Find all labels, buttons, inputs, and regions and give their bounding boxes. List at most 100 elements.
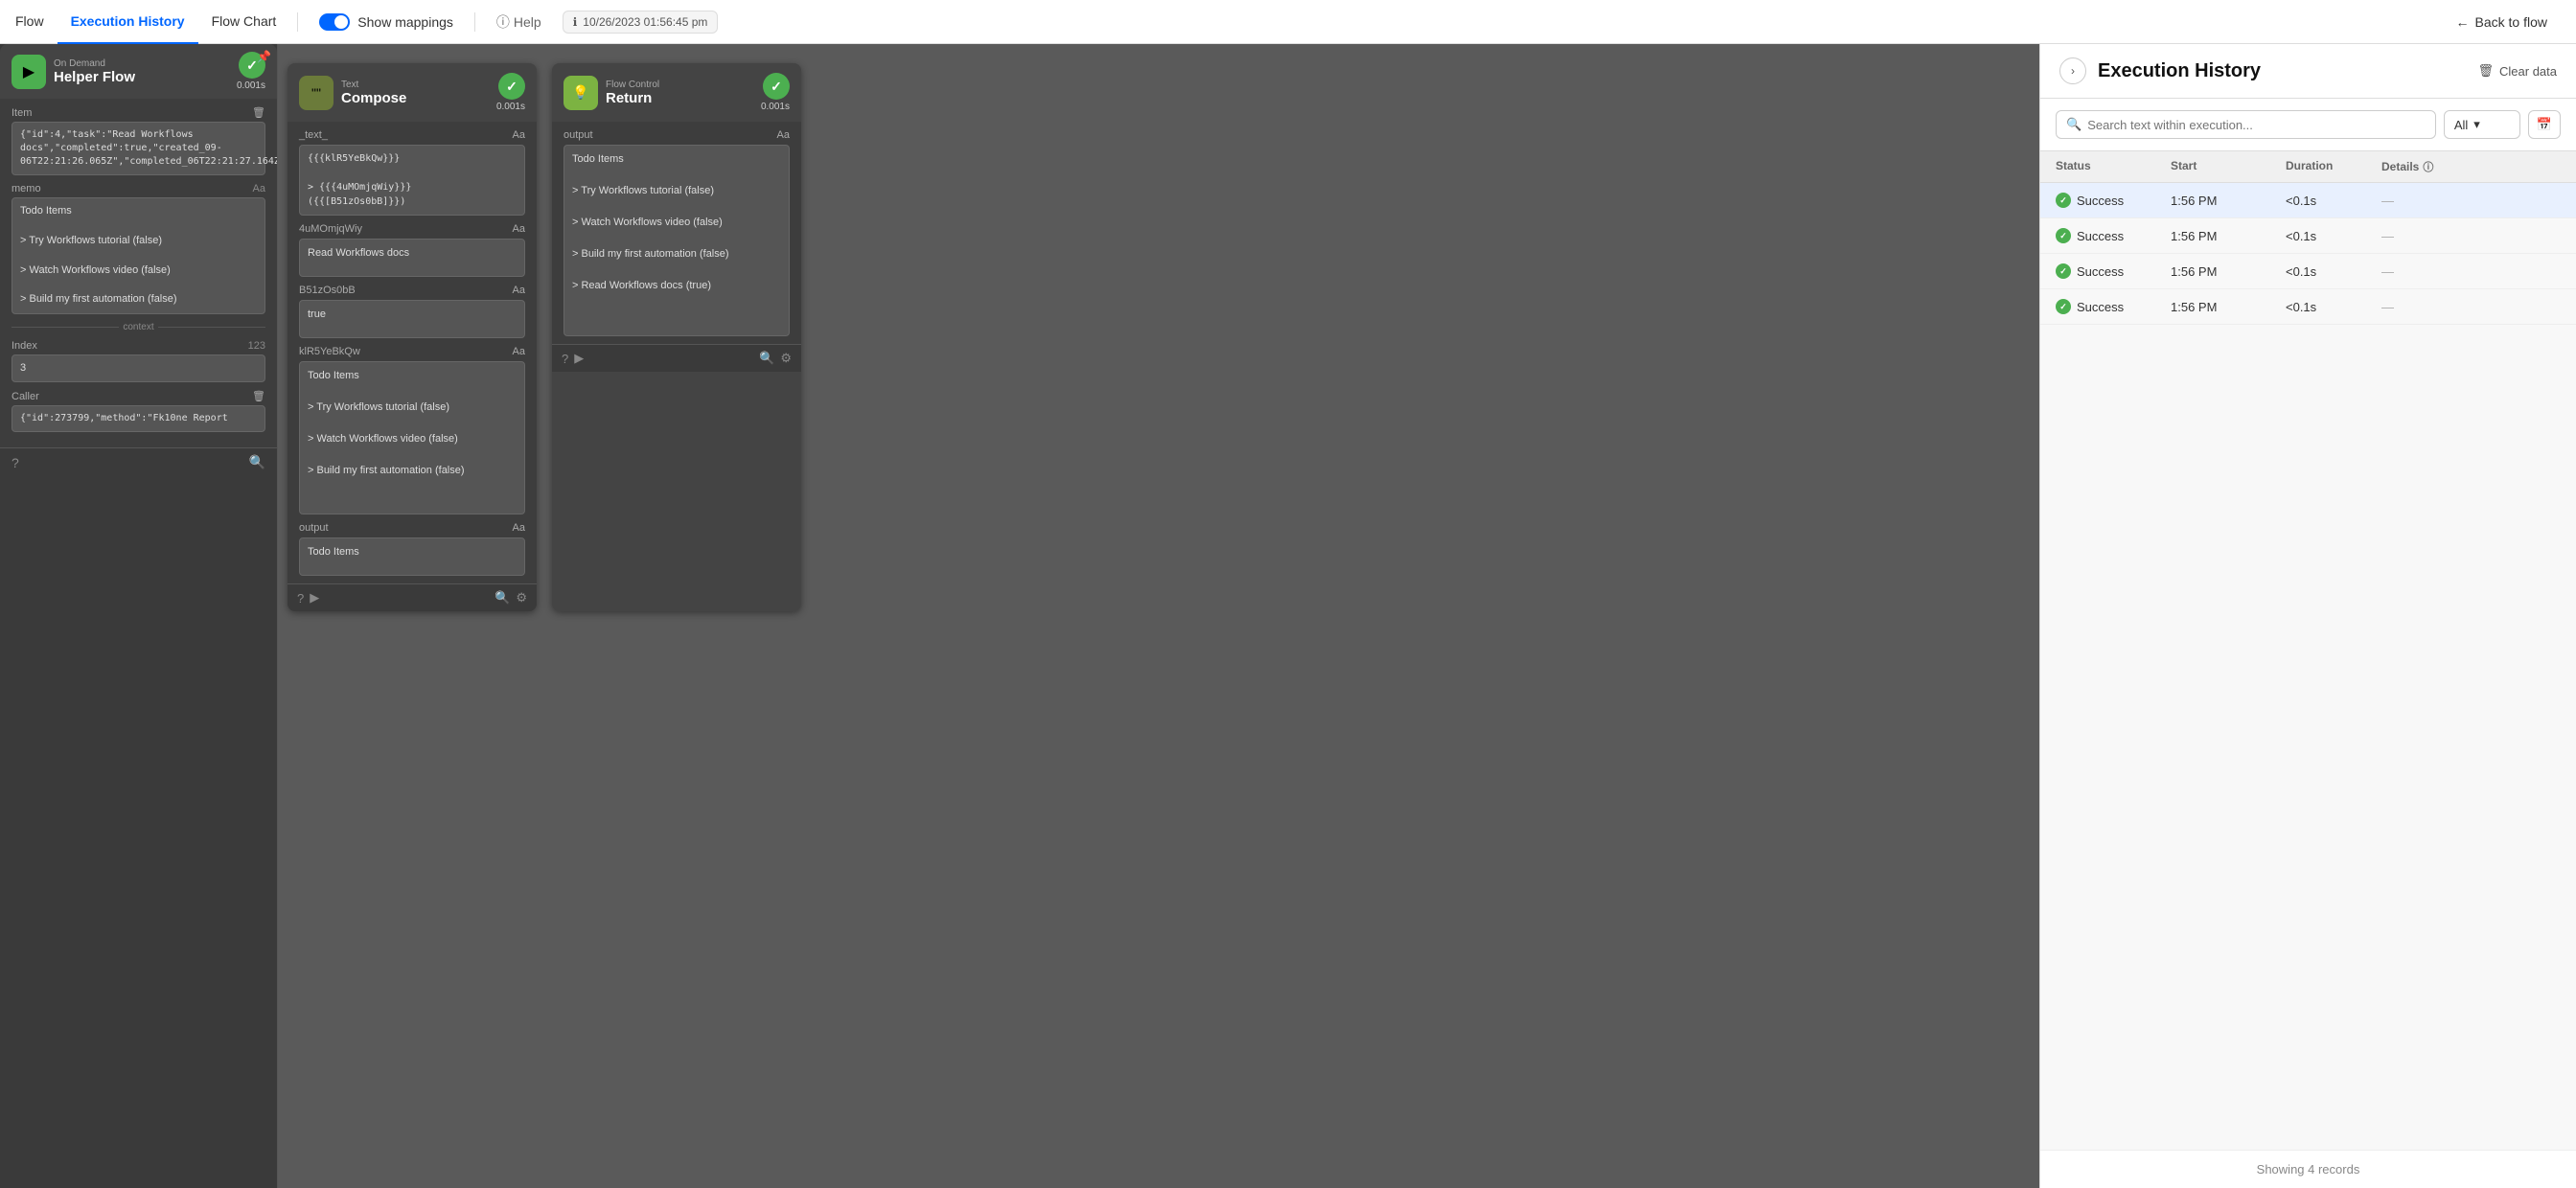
item-delete-icon[interactable]: 🗑 (252, 106, 265, 119)
search-input[interactable] (2087, 118, 2426, 132)
filter-select[interactable]: All ▾ (2444, 110, 2520, 139)
index-num: 123 (248, 340, 265, 352)
search-icon[interactable]: 🔍 (249, 454, 265, 470)
output-label: output Aa (299, 522, 525, 534)
trash-icon: 🗑 (2478, 63, 2495, 79)
table-header: Status Start Duration Details ⓘ (2040, 151, 2576, 183)
td-duration-0: <0.1s (2286, 194, 2381, 208)
right-panel-header: › Execution History 🗑 Clear data (2040, 44, 2576, 99)
text-aa: Aa (513, 129, 525, 141)
field3-value: Todo Items > Try Workflows tutorial (fal… (299, 361, 525, 514)
item-field: Item 🗑 {"id":4,"task":"Read Workflows do… (12, 106, 265, 175)
td-status: Success (2056, 193, 2171, 208)
table-row[interactable]: Success 1:56 PM <0.1s — (2040, 183, 2576, 218)
text-compose-footer: ? ▶ 🔍 ⚙ (288, 583, 537, 611)
nav-timestamp[interactable]: ℹ 10/26/2023 01:56:45 pm (563, 11, 719, 34)
field2-container: B51zOs0bB Aa true (299, 285, 525, 338)
clear-data-button[interactable]: 🗑 Clear data (2478, 63, 2558, 79)
nav-flow-chart[interactable]: Flow Chart (198, 0, 290, 44)
td-start-2: 1:56 PM (2171, 264, 2286, 279)
divider-line-right (158, 327, 265, 328)
th-start: Start (2171, 159, 2286, 174)
collapse-button[interactable]: › (2059, 57, 2086, 84)
caller-field: Caller 🗑 {"id":273799,"method":"Fk10ne R… (12, 390, 265, 432)
nav-divider-1 (297, 12, 298, 32)
flow-control-footer: ? ▶ 🔍 ⚙ (552, 344, 801, 372)
calendar-icon: 📅 (2537, 117, 2552, 132)
field2-label: B51zOs0bB Aa (299, 285, 525, 296)
table-row[interactable]: Success 1:56 PM <0.1s — (2040, 254, 2576, 289)
compose-search-icon[interactable]: 🔍 (494, 590, 510, 605)
td-status: Success (2056, 263, 2171, 279)
nav-flow[interactable]: Flow (15, 0, 58, 44)
caller-delete-icon[interactable]: 🗑 (252, 390, 265, 402)
text-subtitle: Text (341, 80, 489, 90)
toggle-switch[interactable] (319, 13, 350, 31)
flow-control-icon: 💡 (564, 76, 598, 110)
help-label: Help (514, 14, 541, 30)
status-text-0: Success (2077, 194, 2124, 208)
timestamp-value: 10/26/2023 01:56:45 pm (583, 15, 707, 29)
flow-control-duration: 0.001s (761, 102, 790, 112)
status-dot-3 (2056, 299, 2071, 314)
compose-help-icon[interactable]: ? (297, 591, 304, 605)
execution-history-title: Execution History (2098, 60, 2478, 82)
nav-execution-history[interactable]: Execution History (58, 0, 198, 44)
index-value: 3 (12, 354, 265, 382)
td-details-1: — (2381, 229, 2561, 243)
node-header: ▶ On Demand Helper Flow ✓ 0.001s 📌 (0, 44, 277, 99)
right-panel: › Execution History 🗑 Clear data 🔍 All ▾… (2039, 44, 2576, 1188)
compose-settings-icon[interactable]: ⚙ (516, 590, 527, 605)
td-duration-2: <0.1s (2286, 264, 2381, 279)
clear-data-label: Clear data (2499, 64, 2557, 79)
search-row: 🔍 All ▾ 📅 (2040, 99, 2576, 151)
field3-container: klR5YeBkQw Aa Todo Items > Try Workflows… (299, 346, 525, 514)
td-details-3: — (2381, 300, 2561, 314)
text-compose-title-block: Text Compose (341, 80, 489, 106)
memo-label: memo Aa (12, 183, 265, 194)
td-start-3: 1:56 PM (2171, 300, 2286, 314)
th-duration: Duration (2286, 159, 2381, 174)
back-arrow-icon: ← (2456, 14, 2470, 30)
compose-play-icon[interactable]: ▶ (310, 590, 319, 605)
fc-output-label: output Aa (564, 129, 790, 141)
help-icon[interactable]: ? (12, 455, 19, 470)
context-label: context (12, 322, 265, 332)
field1-container: 4uMOmjqWiy Aa Read Workflows docs (299, 223, 525, 277)
duration-label: 0.001s (237, 80, 265, 91)
node-title: Helper Flow (54, 69, 229, 85)
fc-play-icon[interactable]: ▶ (574, 351, 584, 366)
memo-value: Todo Items > Try Workflows tutorial (fal… (12, 197, 265, 314)
td-status: Success (2056, 228, 2171, 243)
search-magnify-icon: 🔍 (2066, 117, 2082, 132)
node-title-block: On Demand Helper Flow (54, 58, 229, 85)
fc-settings-icon[interactable]: ⚙ (780, 351, 792, 366)
flow-control-return-node: 💡 Flow Control Return ✓ 0.001s output Aa (552, 63, 801, 611)
memo-aa: Aa (253, 183, 265, 194)
flow-control-subtitle: Flow Control (606, 80, 753, 90)
td-start-1: 1:56 PM (2171, 229, 2286, 243)
back-to-flow-label: Back to flow (2475, 14, 2547, 30)
caller-value: {"id":273799,"method":"Fk10ne Report (12, 405, 265, 432)
flow-control-check-badge: ✓ (763, 73, 790, 100)
fc-help-icon[interactable]: ? (562, 352, 568, 366)
flow-control-title-block: Flow Control Return (606, 80, 753, 106)
search-box[interactable]: 🔍 (2056, 110, 2436, 139)
text-icon: "" (299, 76, 334, 110)
table-row[interactable]: Success 1:56 PM <0.1s — (2040, 289, 2576, 325)
nav-help[interactable]: ⓘ Help (483, 12, 555, 32)
calendar-button[interactable]: 📅 (2528, 110, 2561, 139)
table-row[interactable]: Success 1:56 PM <0.1s — (2040, 218, 2576, 254)
text-compose-node: "" Text Compose ✓ 0.001s _text_ Aa (288, 63, 537, 611)
table-footer: Showing 4 records (2040, 1150, 2576, 1188)
nav-divider-2 (474, 12, 475, 32)
info-icon: ℹ (573, 15, 578, 29)
nav-show-mappings[interactable]: Show mappings (306, 13, 467, 31)
text-compose-header: "" Text Compose ✓ 0.001s (288, 63, 537, 122)
fc-search-icon[interactable]: 🔍 (759, 351, 774, 366)
output-value: Todo Items (299, 537, 525, 576)
nav-back-to-flow[interactable]: ← Back to flow (2443, 14, 2561, 30)
helper-flow-node: ▶ On Demand Helper Flow ✓ 0.001s 📌 Item … (0, 44, 277, 476)
node-body: Item 🗑 {"id":4,"task":"Read Workflows do… (0, 99, 277, 447)
field1-label: 4uMOmjqWiy Aa (299, 223, 525, 235)
